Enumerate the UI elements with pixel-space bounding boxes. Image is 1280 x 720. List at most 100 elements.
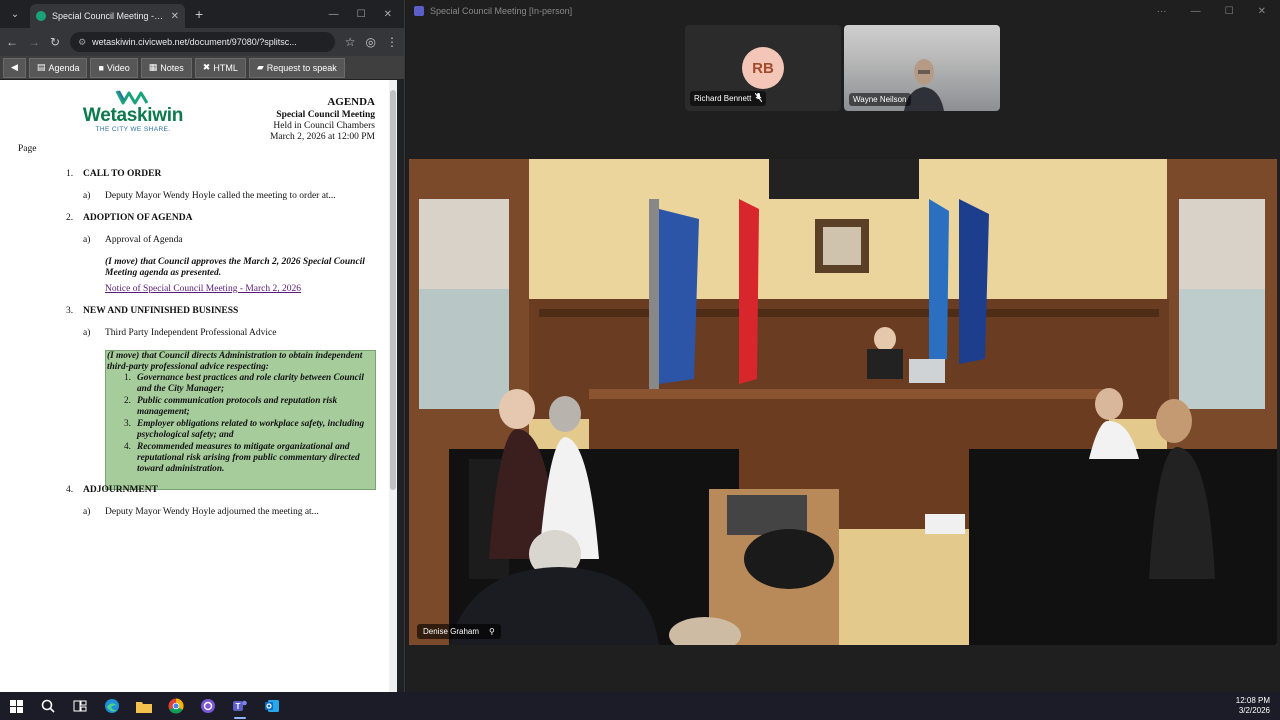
clock-time: 12:08 PM — [1235, 696, 1270, 705]
logo-mark-icon — [74, 88, 192, 106]
chrome-icon[interactable] — [160, 692, 192, 720]
civicweb-toolbar: ◀ ▤ Agenda ■ Video ▦ Notes ✖ HTML ▰ Request t… — [0, 56, 404, 79]
forward-icon[interactable]: → — [28, 35, 40, 49]
pin-icon[interactable]: ⚲ — [489, 627, 495, 636]
notice-attachment-link[interactable]: Notice of Special Council Meeting - Marc… — [105, 284, 301, 294]
maximize-icon[interactable]: ☐ — [1225, 6, 1234, 17]
close-tab-icon[interactable]: ✕ — [171, 11, 179, 22]
edge-icon[interactable] — [96, 692, 128, 720]
video-button[interactable]: ■ Video — [90, 57, 138, 78]
item-text: Deputy Mayor Wendy Hoyle adjourned the m… — [105, 507, 319, 517]
tab-strip: ⌄ Special Council Meeting - 02 M ✕ + — ☐… — [0, 0, 404, 28]
tab-search-icon[interactable]: ⌄ — [4, 3, 26, 25]
site-info-icon[interactable]: ⚙ — [78, 37, 86, 48]
motion-item-number: 3. — [124, 419, 131, 429]
section-title: ADOPTION OF AGENDA — [83, 213, 193, 223]
logo-wordmark: Wetaskiwin — [82, 105, 184, 126]
more-options-icon[interactable]: ··· — [1157, 6, 1167, 17]
avatar: RB — [742, 47, 784, 89]
motion-list-item: 1. Governance best practices and role cla… — [106, 373, 376, 395]
motion-item-number: 1. — [124, 373, 131, 383]
file-explorer-icon[interactable] — [128, 692, 160, 720]
minimize-icon[interactable]: — — [1191, 6, 1201, 17]
notes-button[interactable]: ▦ Notes — [140, 57, 192, 78]
agenda-label: Agenda — [48, 62, 80, 73]
close-window-icon[interactable]: ✕ — [1258, 6, 1266, 17]
new-tab-icon[interactable]: + — [195, 6, 203, 22]
document-scrollbar[interactable] — [389, 80, 397, 692]
maximize-icon[interactable]: ☐ — [357, 9, 366, 20]
html-button[interactable]: ✖ HTML — [194, 57, 246, 78]
active-speaker-chip: Denise Graham ⚲ — [417, 624, 501, 639]
active-speaker-name: Denise Graham — [423, 627, 480, 636]
motion-list-item: 2. Public communication protocols and rep… — [106, 396, 376, 418]
agenda-title: AGENDA — [327, 96, 375, 108]
council-chamber-video — [409, 159, 1277, 645]
system-clock[interactable]: 12:08 PM 3/2/2026 — [1236, 696, 1280, 716]
section-title: NEW AND UNFINISHED BUSINESS — [83, 306, 239, 316]
item-letter: a) — [83, 328, 91, 338]
section-number: 4. — [66, 485, 74, 495]
main-video-stage[interactable]: Denise Graham ⚲ — [409, 159, 1277, 645]
wetaskiwin-logo: Wetaskiwin THE CITY WE SHARE. — [74, 88, 192, 133]
agenda-button[interactable]: ▤ Agenda — [28, 57, 88, 78]
motion-item-text: Governance best practices and role clari… — [137, 373, 364, 394]
meeting-name: Special Council Meeting — [276, 110, 375, 120]
start-icon[interactable] — [0, 692, 32, 720]
item-letter: a) — [83, 507, 91, 517]
speech-bubble-icon: ▰ — [256, 62, 264, 72]
arrow-left-icon: ◀ — [11, 62, 18, 72]
app-icon[interactable] — [192, 692, 224, 720]
participant-name: Richard Bennett — [694, 94, 752, 103]
back-icon[interactable]: ← — [6, 35, 18, 49]
search-icon[interactable] — [32, 692, 64, 720]
section-number: 2. — [66, 213, 74, 223]
video-icon: ■ — [98, 62, 104, 73]
minimize-icon[interactable]: — — [329, 9, 339, 20]
motion-item-text: Employer obligations related to workplac… — [137, 419, 365, 440]
motion-item-number: 4. — [124, 442, 131, 452]
teams-icon[interactable]: T — [224, 692, 256, 720]
motion-list: 1. Governance best practices and role cla… — [106, 373, 376, 476]
menu-kebab-icon[interactable]: ⋮ — [386, 35, 398, 49]
address-bar[interactable]: ⚙ wetaskiwin.civicweb.net/document/97080… — [70, 32, 335, 52]
meeting-title: Special Council Meeting [In-person] — [430, 6, 573, 16]
participant-tile[interactable]: Wayne Neilson — [844, 25, 1000, 111]
document-icon: ▤ — [36, 62, 46, 72]
teams-title-bar: Special Council Meeting [In-person] ··· … — [406, 0, 1280, 22]
profile-icon[interactable]: ◎ — [366, 35, 376, 49]
reload-icon[interactable]: ↻ — [50, 35, 60, 49]
item-letter: a) — [83, 191, 91, 201]
meeting-datetime: March 2, 2026 at 12:00 PM — [269, 132, 375, 142]
request-to-speak-button[interactable]: ▰ Request to speak — [248, 57, 345, 78]
html-icon: ✖ — [202, 62, 211, 72]
participant-tile[interactable]: RB Richard Bennett — [685, 25, 841, 111]
motion-item-number: 2. — [124, 396, 131, 406]
participant-name-chip: Richard Bennett — [690, 91, 767, 106]
teams-icon — [414, 6, 424, 16]
task-view-icon[interactable] — [64, 692, 96, 720]
motion-text: (I move) that Council approves the March… — [105, 257, 365, 278]
motion-list-item: 3. Employer obligations related to workpl… — [106, 419, 376, 441]
notes-label: Notes — [160, 62, 184, 73]
outlook-icon[interactable] — [256, 692, 288, 720]
video-label: Video — [106, 62, 130, 73]
section-title: CALL TO ORDER — [83, 169, 162, 179]
close-window-icon[interactable]: ✕ — [384, 9, 392, 20]
section-number: 1. — [66, 169, 74, 179]
agenda-header: AGENDA Special Council Meeting Held in C… — [270, 97, 375, 143]
motion-intro: (I move) that Council directs Administra… — [107, 351, 363, 372]
mic-muted-icon — [754, 92, 763, 104]
page-column-label: Page — [18, 144, 37, 154]
teams-window: Special Council Meeting [In-person] ··· … — [406, 0, 1280, 692]
highlighted-motion: (I move) that Council directs Administra… — [105, 350, 376, 490]
back-button[interactable]: ◀ — [3, 57, 26, 78]
site-favicon-icon — [36, 11, 46, 21]
motion-list-item: 4. Recommended measures to mitigate organ… — [106, 442, 376, 475]
bookmark-star-icon[interactable]: ☆ — [345, 35, 356, 49]
section-title: ADJOURNMENT — [83, 485, 158, 495]
meeting-location: Held in Council Chambers — [273, 121, 375, 131]
section-number: 3. — [66, 306, 74, 316]
browser-tab[interactable]: Special Council Meeting - 02 M ✕ — [30, 4, 185, 28]
scrollbar-thumb[interactable] — [390, 90, 396, 490]
